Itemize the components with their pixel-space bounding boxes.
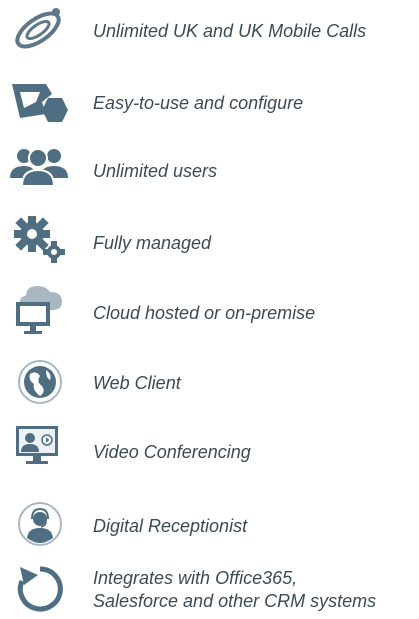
video-conference-icon [6,420,70,480]
feature-label: Unlimited UK and UK Mobile Calls [93,21,367,41]
phone-loop-icon [6,0,70,60]
feature-label: Web Client [93,373,181,393]
feature-label: Unlimited users [93,161,218,181]
feature-label: Cloud hosted or on-premise [93,303,316,323]
feature-label: Fully managed [93,233,212,253]
feature-item-receptionist: Digital Receptionist [0,494,419,554]
cloud-monitor-icon [6,280,70,340]
refresh-icon [6,559,70,619]
feature-label-line2: Salesforce and other CRM systems [93,591,377,611]
feature-item-cloud: Cloud hosted or on-premise [0,280,419,340]
feature-item-easy: Easy-to-use and configure [0,72,419,132]
feature-item-integrations: Integrates with Office365, Salesforce an… [0,559,419,619]
feature-item-managed: Fully managed [0,210,419,270]
feature-item-web-client: Web Client [0,352,419,412]
feature-label: Easy-to-use and configure [93,93,304,113]
users-icon [6,136,70,196]
feature-list: Unlimited UK and UK Mobile Calls Easy-to… [0,0,419,619]
feature-item-calls: Unlimited UK and UK Mobile Calls [0,0,419,60]
feature-item-video: Video Conferencing [0,420,419,480]
receptionist-icon [6,494,70,554]
globe-icon [6,352,70,412]
feature-item-users: Unlimited users [0,136,419,196]
feature-label-line1: Integrates with Office365, [93,568,298,588]
feature-label: Digital Receptionist [93,516,248,536]
gears-icon [6,210,70,270]
feature-label: Video Conferencing [93,442,251,462]
shapes-icon [6,72,70,132]
